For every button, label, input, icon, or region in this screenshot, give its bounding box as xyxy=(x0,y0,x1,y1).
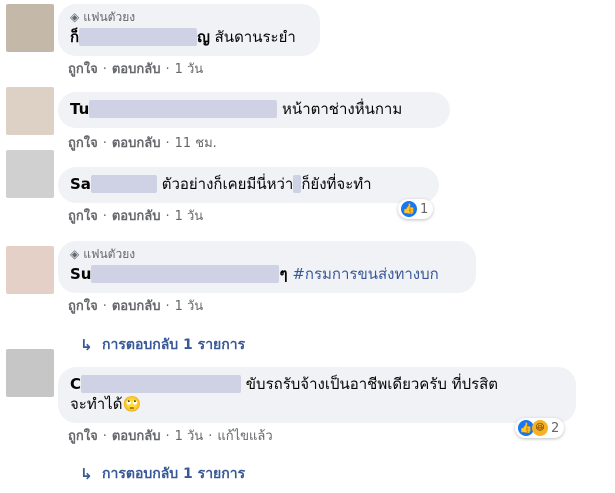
avatar[interactable] xyxy=(6,246,54,294)
commenter-name[interactable]: C xyxy=(70,375,81,393)
comment-bubble: ◈ แฟนตัวยง ก็ญ สันดานระยำ xyxy=(58,4,320,56)
comment-text: ขับรถรับจ้างเป็นอาชีพเดียวครับ ที่ปรสิต xyxy=(245,375,499,393)
comment-text: หน้าตาช่างหื่นกาม xyxy=(282,100,403,118)
view-replies-link[interactable]: ↳ การตอบกลับ 1 รายการ xyxy=(80,335,245,355)
avatar[interactable] xyxy=(6,349,54,397)
comment-bubble: C ขับรถรับจ้างเป็นอาชีพเดียวครับ ที่ปรสิ… xyxy=(58,367,576,423)
timestamp[interactable]: 1 วัน xyxy=(175,429,204,444)
edited-label[interactable]: แก้ไขแล้ว xyxy=(217,429,272,444)
redacted-block xyxy=(90,175,157,193)
comment-actions: ถูกใจ · ตอบกลับ · 1 วัน · แก้ไขแล้ว xyxy=(68,429,273,444)
comment-bubble: Sa ตัวอย่างก็เคยมีนี่หว่า ก็ยังที่จะทำ xyxy=(58,167,439,203)
redacted-block xyxy=(293,175,302,193)
like-action[interactable]: ถูกใจ xyxy=(68,299,98,314)
reaction-summary[interactable]: 👍 1 xyxy=(398,199,434,219)
reply-action[interactable]: ตอบกลับ xyxy=(112,299,161,314)
comment-bubble: Tu หน้าตาช่างหื่นกาม xyxy=(58,92,450,128)
haha-icon: 😆 xyxy=(532,420,548,436)
commenter-name[interactable]: Tu xyxy=(70,100,89,118)
reply-action[interactable]: ตอบกลับ xyxy=(112,429,161,444)
commenter-name[interactable]: ก็ xyxy=(70,28,79,46)
comment-actions: ถูกใจ · ตอบกลับ · 1 วัน xyxy=(68,209,204,224)
avatar[interactable] xyxy=(6,150,54,198)
comment-text: สันดานระยำ xyxy=(214,28,296,46)
comment-text: ตัวอย่างก็เคยมีนี่หว่า xyxy=(161,175,294,193)
commenter-name[interactable]: Sa xyxy=(70,175,91,193)
reaction-count: 2 xyxy=(551,420,560,436)
like-icon: 👍 xyxy=(401,201,417,217)
timestamp[interactable]: 1 วัน xyxy=(175,62,204,77)
timestamp[interactable]: 11 ชม. xyxy=(175,136,217,151)
diamond-icon: ◈ xyxy=(70,247,80,261)
like-action[interactable]: ถูกใจ xyxy=(68,136,98,151)
reply-action[interactable]: ตอบกลับ xyxy=(112,136,161,151)
comment-text-line2: จะทำได้🙄 xyxy=(70,395,142,413)
reaction-count: 1 xyxy=(420,201,429,217)
diamond-icon: ◈ xyxy=(70,10,80,24)
fan-badge: ◈ แฟนตัวยง xyxy=(70,247,136,261)
like-action[interactable]: ถูกใจ xyxy=(68,62,98,77)
reply-action[interactable]: ตอบกลับ xyxy=(112,209,161,224)
redacted-block xyxy=(81,375,242,393)
redacted-block xyxy=(91,265,280,283)
comment-text[interactable]: #กรมการขนส่งทางบก xyxy=(292,265,438,283)
view-replies-link[interactable]: ↳ การตอบกลับ 1 รายการ xyxy=(80,464,245,484)
avatar[interactable] xyxy=(6,4,54,52)
commenter-name[interactable]: Su xyxy=(70,265,91,283)
like-action[interactable]: ถูกใจ xyxy=(68,209,98,224)
reply-arrow-icon: ↳ xyxy=(80,336,93,354)
timestamp[interactable]: 1 วัน xyxy=(175,209,204,224)
reply-arrow-icon: ↳ xyxy=(80,465,93,483)
redacted-block xyxy=(89,100,278,118)
timestamp[interactable]: 1 วัน xyxy=(175,299,204,314)
like-action[interactable]: ถูกใจ xyxy=(68,429,98,444)
fan-badge: ◈ แฟนตัวยง xyxy=(70,10,136,24)
redacted-block xyxy=(79,28,198,46)
comment-actions: ถูกใจ · ตอบกลับ · 1 วัน xyxy=(68,62,204,77)
comment-actions: ถูกใจ · ตอบกลับ · 11 ชม. xyxy=(68,136,217,151)
reply-action[interactable]: ตอบกลับ xyxy=(112,62,161,77)
avatar[interactable] xyxy=(6,87,54,135)
reaction-summary[interactable]: 👍 😆 2 xyxy=(515,418,565,438)
comment-actions: ถูกใจ · ตอบกลับ · 1 วัน xyxy=(68,299,204,314)
comment-bubble: ◈ แฟนตัวยง Su ๆ #กรมการขนส่งทางบก xyxy=(58,241,476,293)
